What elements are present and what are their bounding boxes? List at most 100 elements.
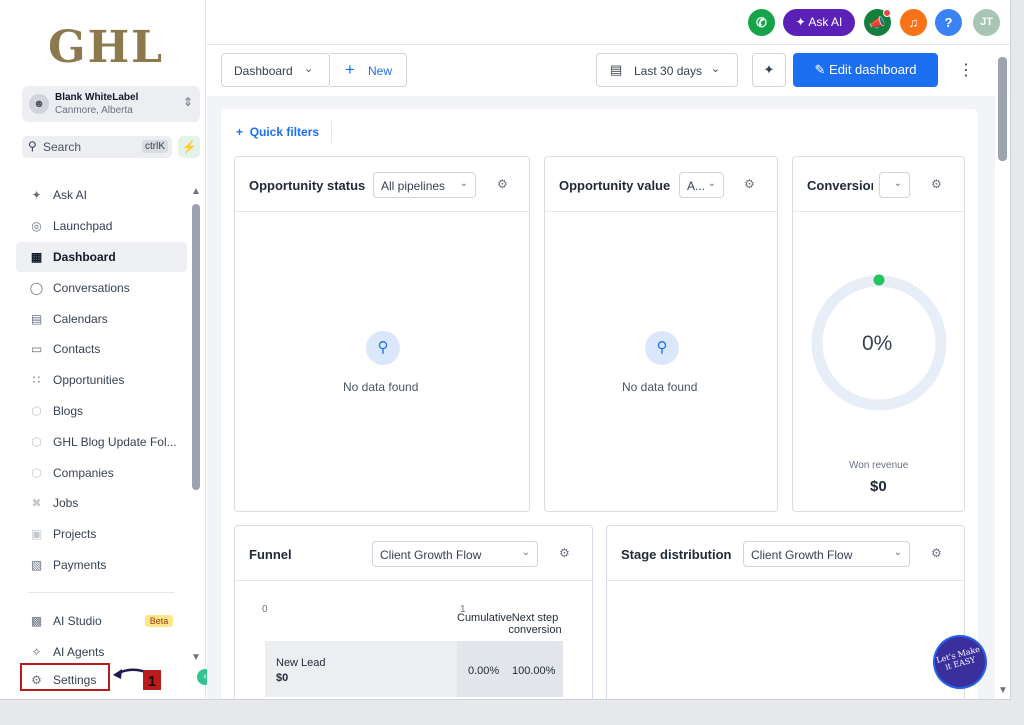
sidebar-scroll-thumb[interactable] xyxy=(192,204,200,490)
sidebar-item-jobs[interactable]: ✖ Jobs xyxy=(16,488,187,519)
empty-search-icon: ⚲ xyxy=(366,331,400,365)
widget-filter-icon[interactable]: ⚙ xyxy=(744,177,755,191)
empty-state-text: No data found xyxy=(622,380,698,394)
sidebar-item-label: Payments xyxy=(53,557,107,572)
scroll-down-icon[interactable]: ▼ xyxy=(998,685,1008,696)
won-revenue-value: $0 xyxy=(870,478,887,495)
projects-icon: ▣ xyxy=(30,527,43,542)
sidebar-item-payments[interactable]: ▧ Payments xyxy=(16,550,187,581)
sidebar-item-projects[interactable]: ▣ Projects xyxy=(16,519,187,550)
bell-icon[interactable]: ♫ xyxy=(900,9,927,36)
sidebar-item-ask-ai[interactable]: ✦ Ask AI xyxy=(16,180,187,211)
settings-highlight-box xyxy=(20,663,110,691)
beta-badge: Beta xyxy=(144,615,174,628)
dashboard-select[interactable]: Dashboard ⌄ xyxy=(221,53,330,87)
pipeline-select[interactable]: ⌄ xyxy=(879,172,910,198)
calendar-icon: ▤ xyxy=(30,311,43,326)
sparkle-icon: ✦ xyxy=(31,188,42,203)
more-options-icon[interactable]: ⋮ xyxy=(958,60,974,80)
chevron-down-icon: ⌄ xyxy=(521,547,530,558)
sidebar-item-label: Projects xyxy=(53,527,97,542)
brand-logo: GHL xyxy=(48,22,165,73)
widget-title: Opportunity value xyxy=(559,178,671,193)
won-revenue-label: Won revenue xyxy=(849,460,909,471)
sidebar-item-companies[interactable]: ⬡ Companies xyxy=(16,457,187,488)
sidebar-item-label: AI Studio xyxy=(53,614,102,629)
pencil-icon: ✎ xyxy=(814,62,830,77)
widget-filter-icon[interactable]: ⚙ xyxy=(931,177,942,191)
magic-wand-button[interactable]: ✦ xyxy=(752,53,786,87)
sidebar-item-label: Calendars xyxy=(53,311,108,326)
page-scroll-thumb[interactable] xyxy=(998,57,1007,161)
top-bar: ✆ ✦ Ask AI 📣 ♫ ? JT xyxy=(207,0,1010,45)
widget-header: Funnel Client Growth Flow ⌄ ⚙ xyxy=(235,526,592,581)
pipeline-select-value: All pipelines xyxy=(381,179,446,193)
page-scrollbar[interactable]: ▼ xyxy=(995,45,1010,699)
quick-filters-label: Quick filters xyxy=(249,125,320,139)
empty-search-icon: ⚲ xyxy=(645,331,679,365)
scroll-up-icon[interactable]: ▲ xyxy=(191,186,201,197)
sidebar-item-contacts[interactable]: ▭ Contacts xyxy=(16,334,187,365)
funnel-col-next-step: Next step conversion xyxy=(508,612,562,636)
account-switcher[interactable]: ☻ Blank WhiteLabel Canmore, Alberta ⇕ xyxy=(22,86,200,122)
sidebar-search[interactable]: ⚲ Search ctrlK xyxy=(22,136,172,158)
search-icon: ⚲ xyxy=(28,139,37,153)
contacts-icon: ▭ xyxy=(30,342,43,357)
annotation-number: 1 xyxy=(148,673,156,690)
chevron-down-icon: ⌄ xyxy=(893,547,902,558)
widget-title: Conversion xyxy=(807,178,873,193)
sidebar-item-label: Jobs xyxy=(53,496,79,511)
phone-icon[interactable]: ✆ xyxy=(748,9,775,36)
sidebar: GHL ☻ Blank WhiteLabel Canmore, Alberta … xyxy=(0,0,213,699)
quick-actions-bolt-icon[interactable]: ⚡ xyxy=(178,136,200,158)
sidebar-item-launchpad[interactable]: ◎ Launchpad xyxy=(16,211,187,242)
user-avatar[interactable]: JT xyxy=(973,9,1000,36)
ask-ai-button[interactable]: ✦ Ask AI xyxy=(783,9,855,36)
pipeline-select-value: Client Growth Flow xyxy=(380,548,482,562)
pipeline-select[interactable]: All pipelines ⌄ xyxy=(373,172,476,198)
funnel-stage-value: $0 xyxy=(276,672,289,684)
sidebar-item-opportunities[interactable]: ∷ Opportunities xyxy=(16,365,187,396)
widget-filter-icon[interactable]: ⚙ xyxy=(497,177,508,191)
sidebar-nav: ✦ Ask AI ◎ Launchpad ▦ Dashboard ◯ Conversat… xyxy=(16,180,187,580)
sidebar-item-conversations[interactable]: ◯ Conversations xyxy=(16,272,187,303)
chevron-down-icon: ⌄ xyxy=(711,63,721,75)
chevron-updown-icon: ⇕ xyxy=(182,95,193,109)
widget-header: Conversion ⌄ ⚙ xyxy=(793,157,964,212)
date-range-select[interactable]: ▤ Last 30 days ⌄ xyxy=(596,53,738,87)
pipeline-select[interactable]: Client Growth Flow ⌄ xyxy=(372,541,538,567)
help-icon[interactable]: ? xyxy=(935,9,962,36)
sidebar-item-dashboard[interactable]: ▦ Dashboard xyxy=(16,241,187,273)
sidebar-item-ai-studio[interactable]: ▩ AI Studio Beta xyxy=(16,606,187,637)
account-name: Blank WhiteLabel xyxy=(55,92,139,103)
quick-filters-button[interactable]: + Quick filters xyxy=(236,125,319,139)
chevron-down-icon: ⌄ xyxy=(304,63,314,75)
pipeline-select[interactable]: Client Growth Flow ⌄ xyxy=(743,541,910,567)
sidebar-divider xyxy=(28,592,174,593)
sidebar-item-blogs[interactable]: ⬡ Blogs xyxy=(16,396,187,427)
funnel-col-cumulative: Cumulative xyxy=(457,612,513,624)
edit-dashboard-label: Edit dashboard xyxy=(829,62,917,77)
chevron-down-icon: ⌄ xyxy=(893,178,902,189)
funnel-cumulative-value: 0.00% xyxy=(468,665,500,677)
quick-filters-divider xyxy=(331,121,332,143)
grid-icon: ▦ xyxy=(30,249,43,264)
edit-dashboard-button[interactable]: ✎ Edit dashboard xyxy=(793,53,938,87)
sidebar-item-label: Dashboard xyxy=(53,249,116,264)
magic-wand-icon: ✦ xyxy=(763,62,775,77)
sidebar-item-ghl-blog-update[interactable]: ⬡ GHL Blog Update Fol... xyxy=(16,426,187,457)
new-dashboard-button[interactable]: + New xyxy=(330,53,407,87)
scroll-down-icon[interactable]: ▼ xyxy=(191,652,201,663)
sidebar-item-calendars[interactable]: ▤ Calendars xyxy=(16,303,187,334)
sparkle-icon: ✧ xyxy=(31,645,42,660)
dashboard-select-value: Dashboard xyxy=(234,64,293,78)
widget-header: Stage distribution Client Growth Flow ⌄ ⚙ xyxy=(607,526,964,581)
widget-filter-icon[interactable]: ⚙ xyxy=(559,546,570,560)
annotation-arrow: 1 xyxy=(113,668,161,690)
sidebar-scrollbar[interactable]: ▲ ▼ xyxy=(191,186,201,664)
sidebar-item-label: Launchpad xyxy=(53,219,113,234)
pipeline-select[interactable]: A... ⌄ xyxy=(679,172,724,198)
widget-filter-icon[interactable]: ⚙ xyxy=(931,546,942,560)
funnel-stage-name: New Lead xyxy=(276,657,326,669)
rocket-icon: ◎ xyxy=(31,219,42,234)
